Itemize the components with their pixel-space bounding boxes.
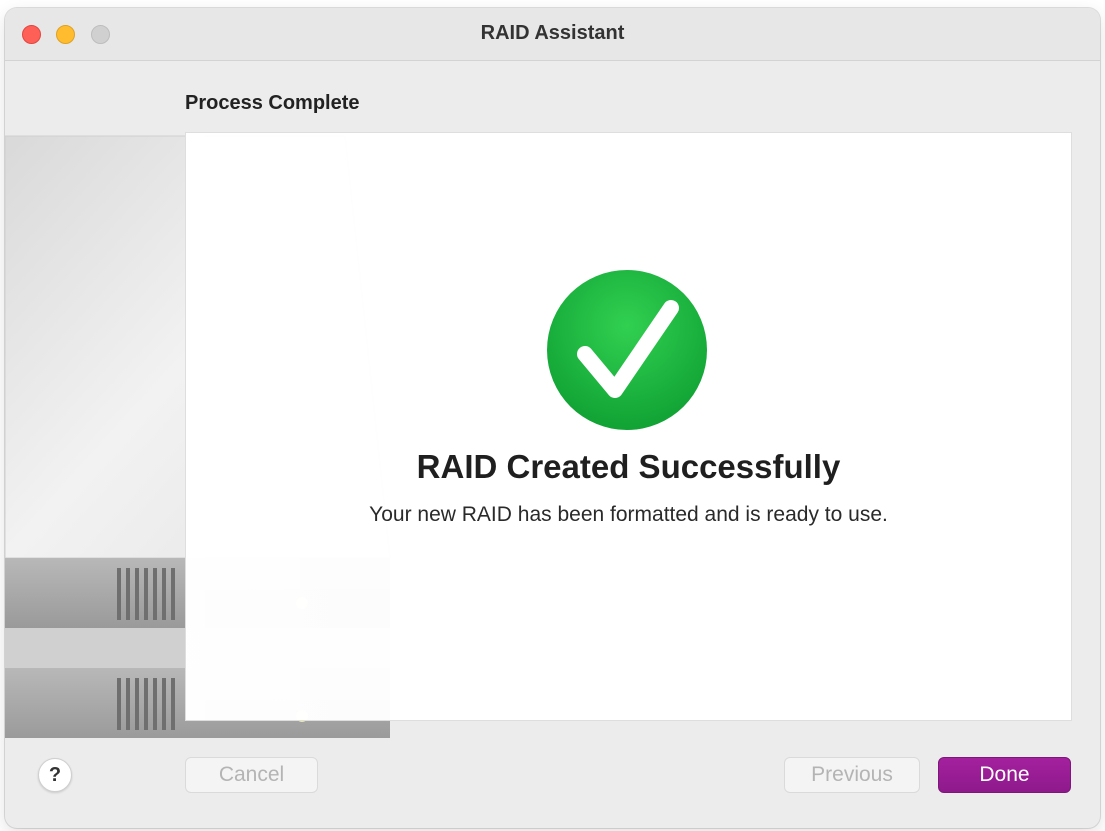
question-mark-icon: ? — [48, 763, 62, 786]
window-title: RAID Assistant — [480, 22, 625, 44]
previous-button[interactable]: Previous — [784, 757, 920, 793]
success-message: Your new RAID has been formatted and is … — [369, 503, 888, 526]
success-headline: RAID Created Successfully — [416, 448, 841, 485]
cancel-button[interactable]: Cancel — [185, 757, 318, 793]
done-button[interactable]: Done — [938, 757, 1071, 793]
help-button[interactable]: ? — [38, 758, 72, 792]
checkmark-circle-icon — [547, 270, 707, 430]
section-title: Process Complete — [185, 92, 360, 114]
title-bar[interactable]: RAID Assistant — [5, 8, 1100, 61]
panel-fade-overlay — [186, 133, 396, 720]
